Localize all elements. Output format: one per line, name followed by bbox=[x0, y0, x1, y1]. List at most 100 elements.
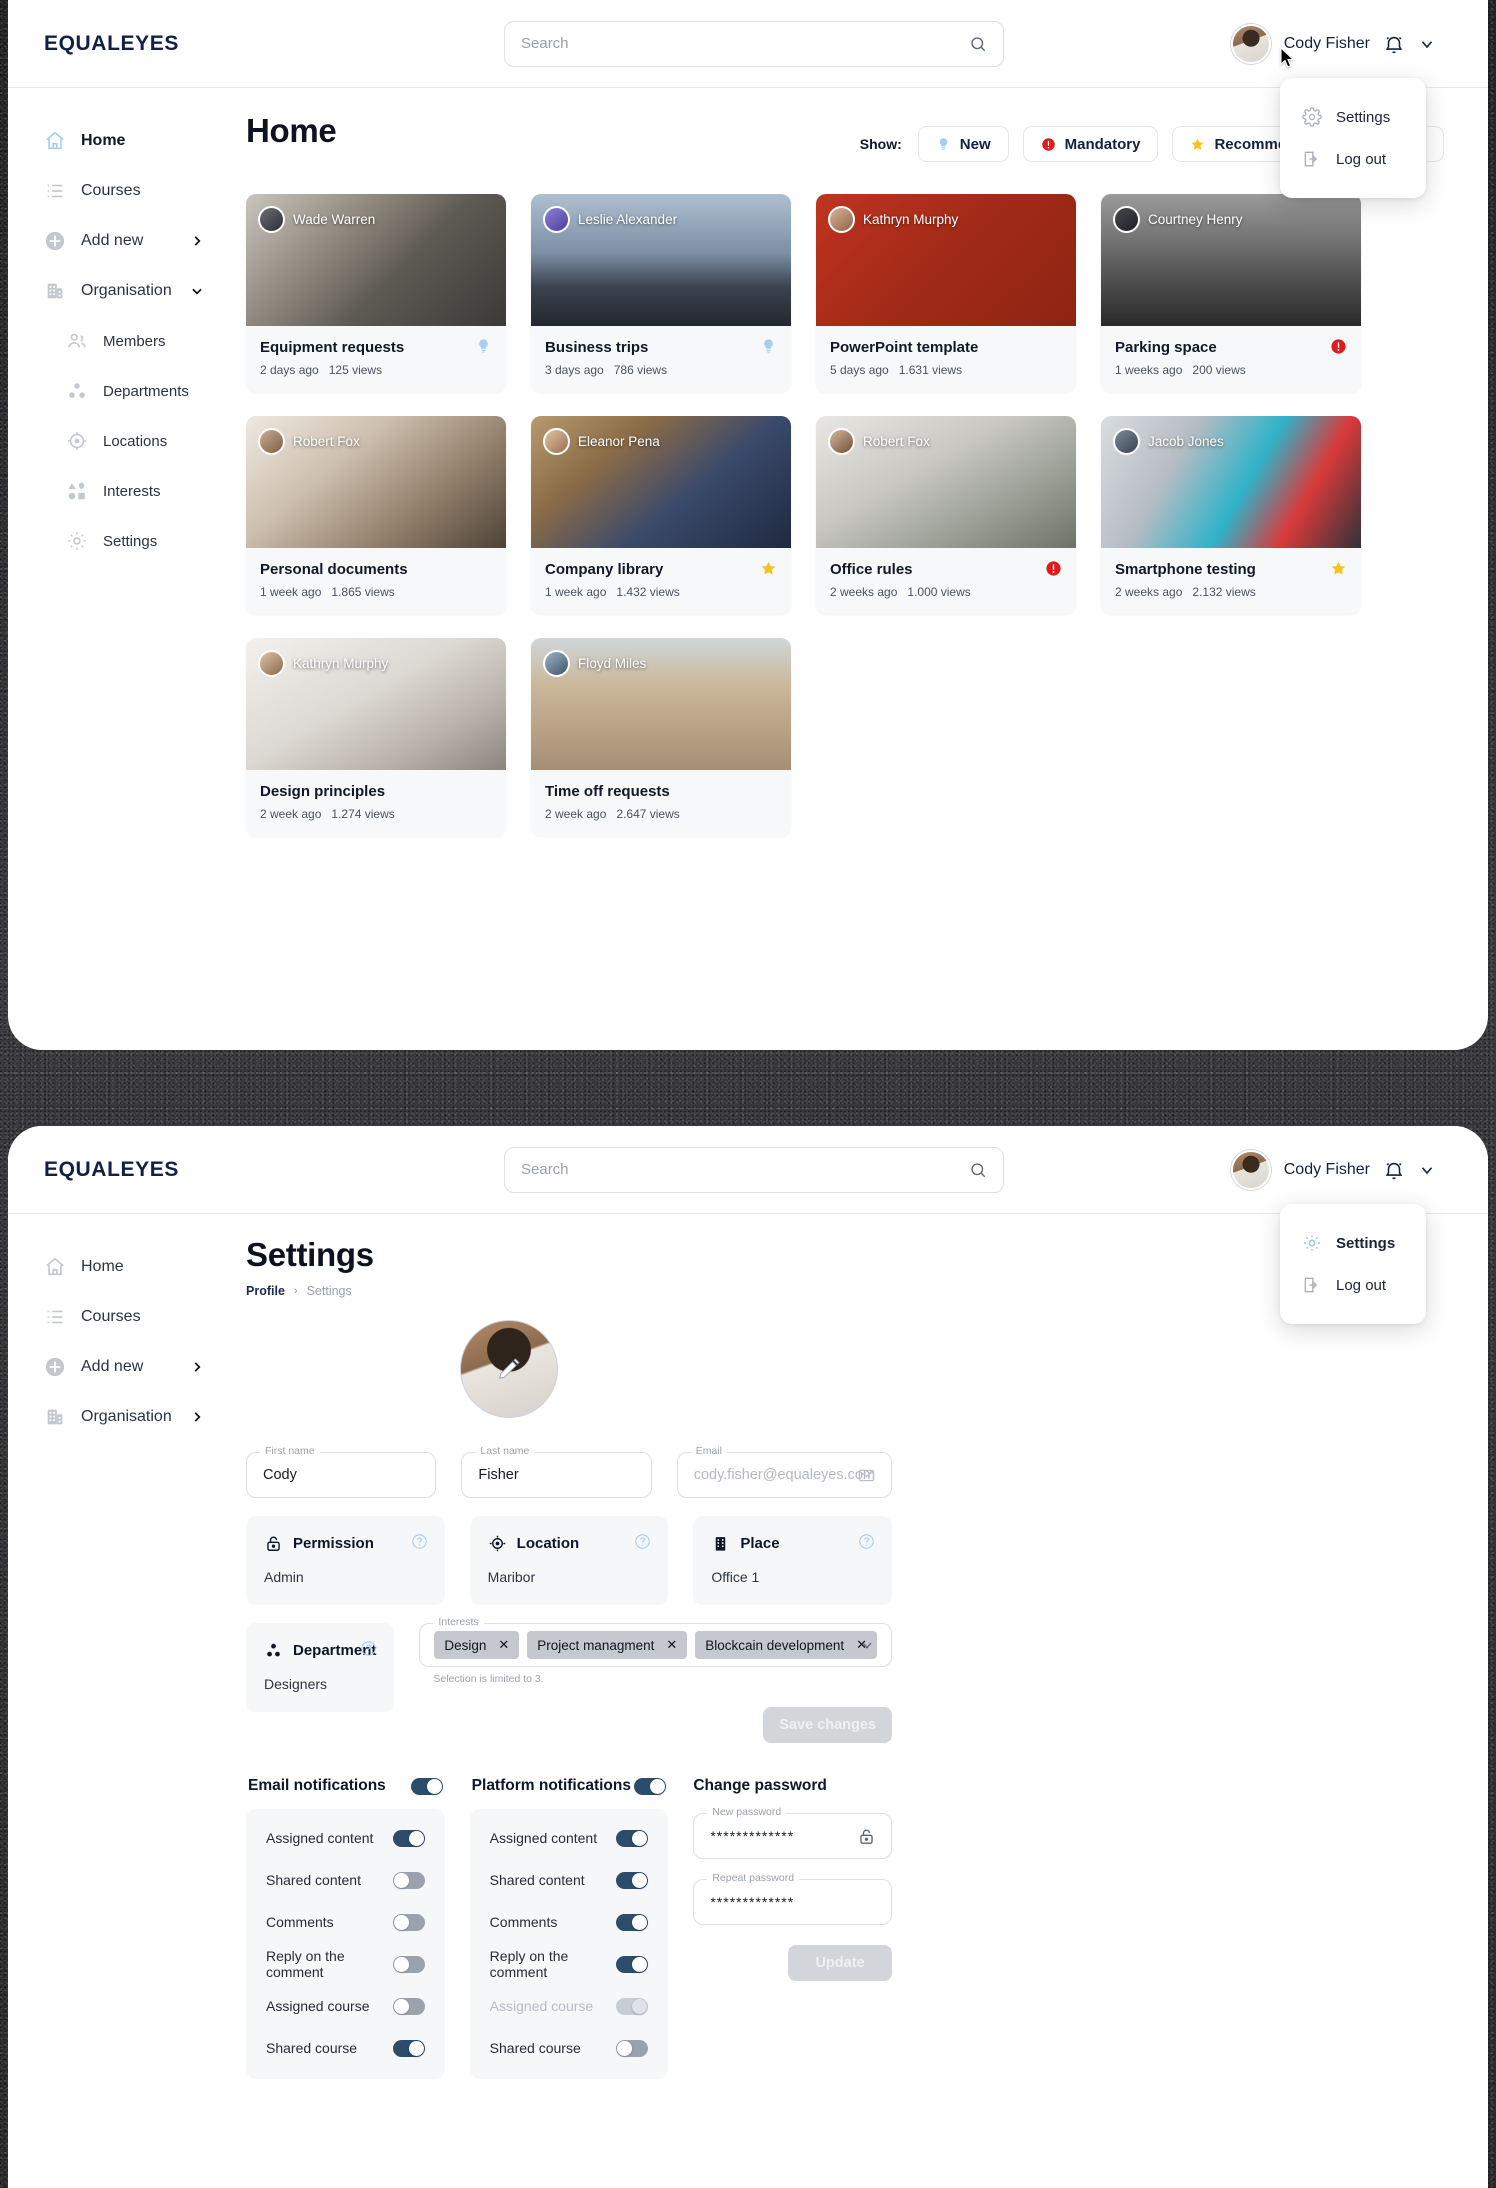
content-card[interactable]: Courtney Henry Parking space 1 weeks ago… bbox=[1101, 194, 1361, 392]
sidebar-item-add-new-label: Add new bbox=[81, 232, 144, 249]
last-name-field[interactable]: Last name Fisher bbox=[461, 1446, 652, 1498]
logout-icon bbox=[1304, 1277, 1318, 1293]
content-card[interactable]: Wade Warren Equipment requests 2 days ag… bbox=[246, 194, 506, 392]
notification-toggle[interactable] bbox=[392, 1955, 425, 1973]
new-password-value: ************* bbox=[710, 1828, 795, 1844]
user-area[interactable]: Cody Fisher bbox=[1230, 23, 1436, 64]
help-icon[interactable] bbox=[411, 1533, 428, 1550]
notification-toggle[interactable] bbox=[616, 2039, 649, 2057]
sidebar-item-settings[interactable]: Settings bbox=[8, 516, 240, 566]
alert-icon bbox=[1046, 561, 1061, 576]
avatar[interactable] bbox=[1230, 23, 1271, 64]
sidebar-item-members[interactable]: Members bbox=[8, 316, 240, 366]
content-card[interactable]: Robert Fox Office rules 2 weeks ago 1.000… bbox=[816, 416, 1076, 614]
user-area[interactable]: Cody Fisher bbox=[1230, 1149, 1436, 1190]
card-author-name: Wade Warren bbox=[293, 212, 376, 227]
content-card[interactable]: Eleanor Pena Company library 1 week ago 1… bbox=[531, 416, 791, 614]
brand-logo[interactable]: EQUALEYES bbox=[44, 32, 179, 56]
content-card[interactable]: Kathryn Murphy PowerPoint template 5 day… bbox=[816, 194, 1076, 392]
notification-toggle[interactable] bbox=[392, 1997, 425, 2015]
content-card-grid: Wade Warren Equipment requests 2 days ag… bbox=[246, 194, 1444, 836]
notification-toggle[interactable] bbox=[616, 1829, 649, 1847]
card-age: 2 week ago bbox=[260, 807, 322, 821]
star-icon bbox=[1331, 561, 1346, 575]
profile-avatar[interactable] bbox=[460, 1320, 558, 1418]
notification-toggle[interactable] bbox=[616, 1913, 649, 1931]
notification-toggle[interactable] bbox=[392, 1829, 425, 1847]
notification-toggle[interactable] bbox=[392, 1913, 425, 1931]
save-changes-button[interactable]: Save changes bbox=[763, 1707, 893, 1743]
sidebar-item-locations[interactable]: Locations bbox=[8, 416, 240, 466]
edit-pencil-icon[interactable] bbox=[496, 1356, 522, 1382]
department-card: Department Designers bbox=[246, 1623, 395, 1712]
help-icon[interactable] bbox=[634, 1533, 651, 1550]
card-views: 2.132 views bbox=[1192, 585, 1256, 599]
help-icon[interactable] bbox=[360, 1640, 377, 1657]
first-name-field[interactable]: First name Cody bbox=[246, 1446, 437, 1498]
notification-label: Comments bbox=[266, 1914, 334, 1930]
filter-new-button[interactable]: New bbox=[917, 126, 1009, 162]
platform-notifications-master-toggle[interactable] bbox=[634, 1777, 667, 1795]
new-password-field[interactable]: New password ************* bbox=[693, 1807, 893, 1859]
sidebar-item-interests[interactable]: Interests bbox=[8, 466, 240, 516]
content-card[interactable]: Robert Fox Personal documents 1 week ago… bbox=[246, 416, 506, 614]
sidebar-item-organisation[interactable]: Organisation bbox=[8, 1392, 240, 1442]
card-author: Kathryn Murphy bbox=[828, 206, 958, 233]
notification-toggle[interactable] bbox=[616, 1955, 649, 1973]
menu-item-logout[interactable]: Log out bbox=[1280, 138, 1426, 180]
search-placeholder: Search bbox=[521, 35, 569, 52]
interests-select[interactable]: Interests Design ✕ Project managment ✕ B… bbox=[419, 1617, 893, 1667]
sidebar-item-add-new-label: Add new bbox=[81, 1358, 144, 1375]
help-icon[interactable] bbox=[858, 1533, 875, 1550]
menu-item-logout[interactable]: Log out bbox=[1280, 1264, 1426, 1306]
menu-item-settings[interactable]: Settings bbox=[1280, 96, 1426, 138]
avatar bbox=[1113, 428, 1140, 455]
sidebar-item-departments[interactable]: Departments bbox=[8, 366, 240, 416]
notification-bell-icon[interactable] bbox=[1383, 1159, 1405, 1181]
content-card[interactable]: Floyd Miles Time off requests 2 week ago… bbox=[531, 638, 791, 836]
content-card[interactable]: Kathryn Murphy Design principles 2 week … bbox=[246, 638, 506, 836]
last-name-value: Fisher bbox=[478, 1467, 519, 1483]
sidebar-item-add-new[interactable]: Add new bbox=[8, 216, 240, 266]
search-input[interactable]: Search bbox=[504, 20, 1004, 67]
avatar[interactable] bbox=[1230, 1149, 1271, 1190]
lock-open-icon[interactable] bbox=[857, 1827, 876, 1846]
top-bar: EQUALEYES Search Cody Fisher bbox=[8, 1126, 1488, 1214]
interest-tag[interactable]: Project managment ✕ bbox=[527, 1631, 688, 1659]
menu-item-settings-label: Settings bbox=[1336, 1234, 1396, 1252]
repeat-password-field[interactable]: Repeat password ************* bbox=[693, 1873, 893, 1925]
remove-tag-icon[interactable]: ✕ bbox=[666, 1637, 677, 1653]
sidebar-item-courses[interactable]: Courses bbox=[8, 1292, 240, 1342]
brand-logo[interactable]: EQUALEYES bbox=[44, 1158, 179, 1182]
content-card[interactable]: Leslie Alexander Business trips 3 days a… bbox=[531, 194, 791, 392]
filter-mandatory-button[interactable]: Mandatory bbox=[1022, 126, 1159, 162]
notification-label: Reply on the comment bbox=[266, 1948, 345, 1980]
sidebar-item-courses[interactable]: Courses bbox=[8, 166, 240, 216]
update-password-button[interactable]: Update bbox=[788, 1945, 893, 1981]
change-password-column: Change password New password ***********… bbox=[693, 1777, 893, 2079]
breadcrumb-profile[interactable]: Profile bbox=[246, 1284, 285, 1298]
email-notifications-title: Email notifications bbox=[248, 1777, 386, 1794]
content-card[interactable]: Jacob Jones Smartphone testing 2 weeks a… bbox=[1101, 416, 1361, 614]
notification-bell-icon[interactable] bbox=[1383, 33, 1405, 55]
sidebar-item-add-new[interactable]: Add new bbox=[8, 1342, 240, 1392]
search-input[interactable]: Search bbox=[504, 1146, 1004, 1193]
email-field[interactable]: Email cody.fisher@equaleyes.com bbox=[676, 1446, 893, 1498]
breadcrumb-current: Settings bbox=[306, 1284, 352, 1298]
menu-item-settings[interactable]: Settings bbox=[1280, 1222, 1426, 1264]
user-menu-chevron-down-icon[interactable] bbox=[1418, 1161, 1436, 1179]
avatar bbox=[258, 650, 285, 677]
interest-tag[interactable]: Design ✕ bbox=[434, 1631, 520, 1659]
interest-tag[interactable]: Blockcain development ✕ bbox=[695, 1631, 878, 1659]
notification-toggle[interactable] bbox=[392, 2039, 425, 2057]
remove-tag-icon[interactable]: ✕ bbox=[498, 1637, 509, 1653]
card-thumbnail: Kathryn Murphy bbox=[816, 194, 1076, 326]
user-menu-chevron-down-icon[interactable] bbox=[1418, 35, 1436, 53]
email-notifications-master-toggle[interactable] bbox=[410, 1777, 443, 1795]
notification-toggle[interactable] bbox=[392, 1871, 425, 1889]
notification-toggle[interactable] bbox=[616, 1871, 649, 1889]
sidebar-item-home[interactable]: Home bbox=[8, 116, 240, 166]
sidebar-item-home[interactable]: Home bbox=[8, 1242, 240, 1292]
chevron-down-icon[interactable] bbox=[859, 1637, 875, 1653]
sidebar-item-organisation[interactable]: Organisation bbox=[8, 266, 240, 316]
